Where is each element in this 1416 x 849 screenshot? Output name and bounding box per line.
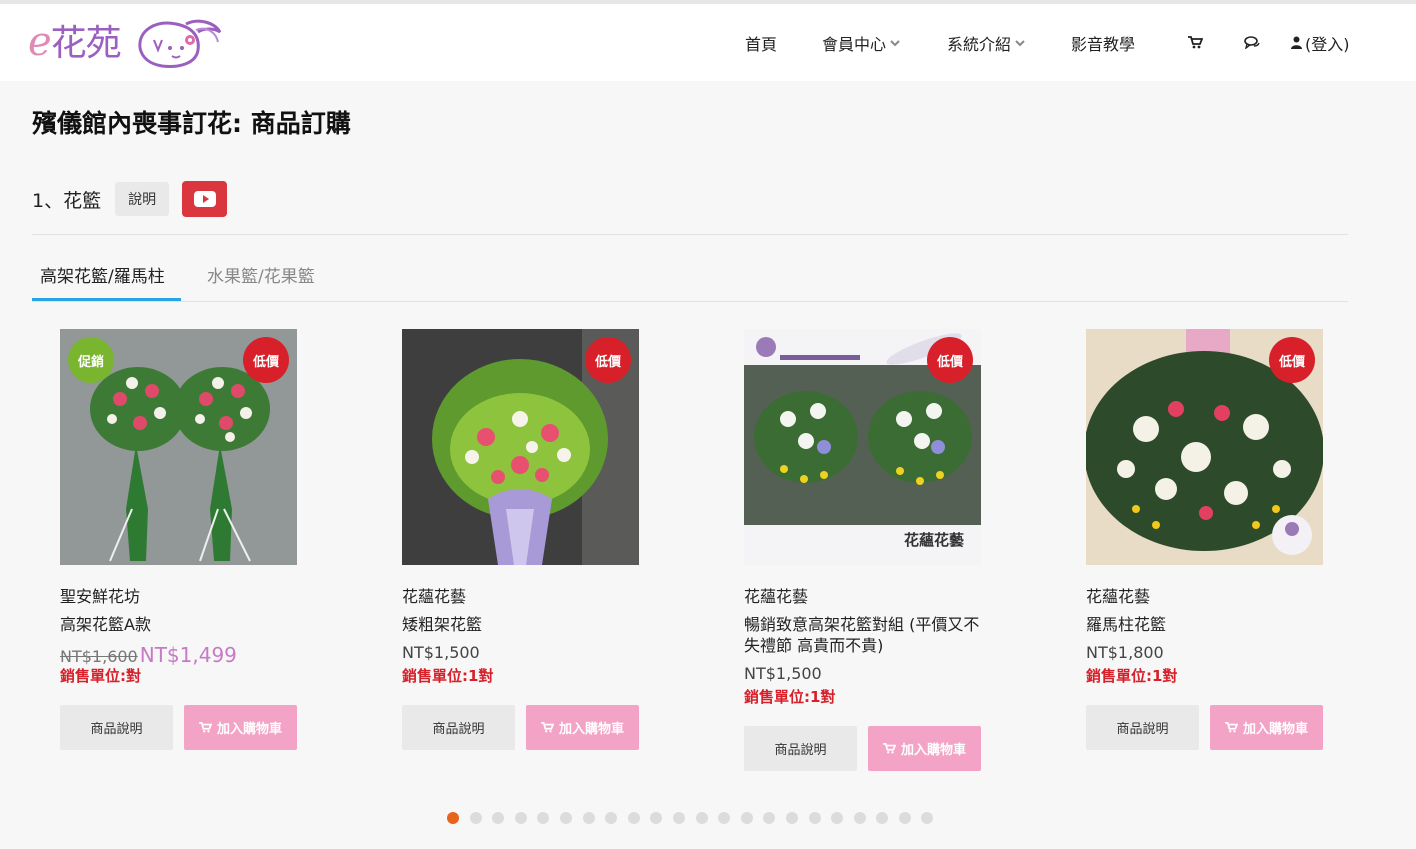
product-info-button[interactable]: 商品說明 — [744, 726, 857, 771]
chat-icon[interactable] — [1244, 4, 1260, 81]
product-info-button[interactable]: 商品說明 — [402, 705, 515, 750]
product-image[interactable]: 低價 — [1086, 329, 1323, 565]
product-name[interactable]: 高架花籃A款 — [60, 614, 297, 635]
shop-name[interactable]: 花蘊花藝 — [1086, 583, 1323, 606]
tab-fruit-baskets[interactable]: 水果籃/花果籃 — [207, 248, 315, 301]
carousel-dot[interactable] — [514, 812, 527, 824]
product-card: 花蘊花藝 低價 花蘊花藝 暢銷致意高架花籃對組 (平價又不失禮節 高貴而不貴) … — [744, 329, 981, 771]
carousel-dot[interactable] — [605, 812, 618, 824]
carousel-dot[interactable] — [831, 812, 844, 824]
shop-name[interactable]: 聖安鮮花坊 — [60, 583, 297, 606]
carousel-dot[interactable] — [695, 812, 708, 824]
product-name[interactable]: 羅馬柱花籃 — [1086, 614, 1323, 635]
price: NT$1,500 — [402, 643, 480, 662]
low-price-badge: 低價 — [243, 337, 289, 383]
image-caption: 花蘊花藝 — [904, 531, 964, 549]
logo-wordmark: 花苑 — [50, 23, 122, 64]
product-card: 促銷 低價 聖安鮮花坊 高架花籃A款 NT$1,600 NT$1,499 銷售單位… — [60, 329, 297, 750]
shop-name[interactable]: 花蘊花藝 — [402, 583, 639, 606]
low-price-badge: 低價 — [1269, 337, 1315, 383]
carousel-dot[interactable] — [492, 812, 505, 824]
page-title: 殯儀館內喪事訂花: 商品訂購 — [32, 109, 351, 138]
section-label: 1、花籃 — [32, 189, 102, 212]
nav-member-center[interactable]: 會員中心 — [822, 4, 900, 81]
price: NT$1,600 NT$1,499 — [60, 643, 297, 667]
sales-unit: 銷售單位:1對 — [1086, 667, 1178, 685]
cart-icon — [1225, 722, 1238, 733]
carousel-dot[interactable] — [740, 812, 753, 824]
cart-icon[interactable] — [1188, 4, 1203, 81]
carousel-dot[interactable] — [853, 812, 866, 824]
sales-unit: 銷售單位:對 — [60, 667, 141, 685]
carousel-pagination — [447, 812, 944, 824]
add-to-cart-button[interactable]: 加入購物車 — [868, 726, 981, 771]
product-info-button[interactable]: 商品說明 — [60, 705, 173, 750]
carousel-dot[interactable] — [469, 812, 482, 824]
carousel-dot[interactable] — [559, 812, 572, 824]
price: NT$1,500 — [744, 664, 822, 683]
original-price: NT$1,600 — [60, 647, 138, 666]
product-card: 低價 花蘊花藝 羅馬柱花籃 NT$1,800 銷售單位:1對 商品說明 加入購物… — [1086, 329, 1323, 750]
low-price-badge: 低價 — [585, 337, 631, 383]
carousel-dot[interactable] — [672, 812, 685, 824]
cart-icon — [883, 743, 896, 754]
product-image[interactable]: 低價 — [402, 329, 639, 565]
section-divider — [32, 234, 1348, 235]
login-link[interactable]: (登入) — [1291, 4, 1350, 81]
category-tabs: 高架花籃/羅馬柱 水果籃/花果籃 — [32, 248, 1348, 302]
product-name[interactable]: 矮粗架花籃 — [402, 614, 639, 635]
section-header: 1、花籃 說明 — [32, 181, 228, 217]
chevron-down-icon — [1015, 39, 1025, 46]
cart-icon — [541, 722, 554, 733]
sales-unit: 銷售單位:1對 — [402, 667, 494, 685]
carousel-dot[interactable] — [650, 812, 663, 824]
youtube-icon — [193, 191, 216, 207]
carousel-dot[interactable] — [876, 812, 889, 824]
carousel-dot[interactable] — [898, 812, 911, 824]
carousel-dot[interactable] — [921, 812, 934, 824]
user-icon — [1291, 36, 1302, 49]
carousel-dot[interactable] — [537, 812, 550, 824]
nav-home[interactable]: 首頁 — [745, 4, 777, 81]
carousel-dot[interactable] — [785, 812, 798, 824]
carousel-dot[interactable] — [447, 812, 459, 824]
nav-video-tutorial[interactable]: 影音教學 — [1071, 4, 1135, 81]
sales-unit: 銷售單位:1對 — [744, 688, 836, 706]
cart-icon — [199, 722, 212, 733]
promo-badge: 促銷 — [68, 337, 114, 383]
site-logo[interactable]: e花苑 — [28, 16, 228, 72]
sale-price: NT$1,499 — [139, 643, 237, 667]
add-to-cart-button[interactable]: 加入購物車 — [184, 705, 297, 750]
nav-system-intro[interactable]: 系統介紹 — [947, 4, 1025, 81]
product-card: 低價 花蘊花藝 矮粗架花籃 NT$1,500 銷售單位:1對 商品說明 加入購物… — [402, 329, 639, 750]
chevron-down-icon — [890, 39, 900, 46]
logo-face-icon — [138, 19, 222, 68]
tab-tall-baskets[interactable]: 高架花籃/羅馬柱 — [40, 248, 165, 301]
carousel-dot[interactable] — [808, 812, 821, 824]
carousel-dot[interactable] — [718, 812, 731, 824]
product-image[interactable]: 促銷 低價 — [60, 329, 297, 565]
site-header: e花苑 首頁 會員中心 系統介紹 影音教學 (登入) — [0, 4, 1416, 81]
active-tab-indicator — [32, 298, 181, 301]
carousel-dot[interactable] — [582, 812, 595, 824]
shop-name[interactable]: 花蘊花藝 — [744, 583, 981, 606]
logo-letter-e: e — [28, 19, 52, 65]
product-name[interactable]: 暢銷致意高架花籃對組 (平價又不失禮節 高貴而不貴) — [744, 614, 981, 656]
product-info-button[interactable]: 商品說明 — [1086, 705, 1199, 750]
price: NT$1,800 — [1086, 643, 1164, 662]
product-image[interactable]: 花蘊花藝 低價 — [744, 329, 981, 565]
low-price-badge: 低價 — [927, 337, 973, 383]
carousel-dot[interactable] — [627, 812, 640, 824]
add-to-cart-button[interactable]: 加入購物車 — [1210, 705, 1323, 750]
carousel-dot[interactable] — [763, 812, 776, 824]
youtube-button[interactable] — [182, 181, 228, 217]
section-description-button[interactable]: 說明 — [115, 182, 170, 216]
add-to-cart-button[interactable]: 加入購物車 — [526, 705, 639, 750]
